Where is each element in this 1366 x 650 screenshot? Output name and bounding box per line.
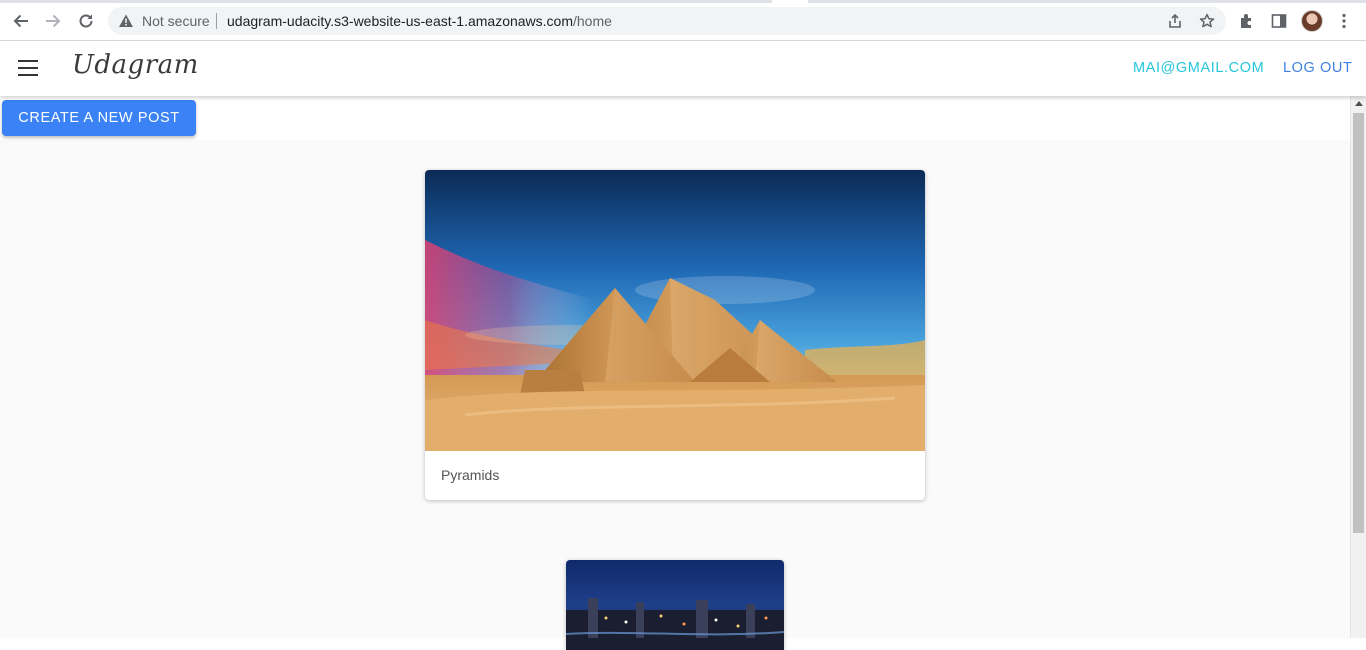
post-image-city: [566, 560, 784, 650]
browser-chrome: Not secure udagram-udacity.s3-website-us…: [0, 0, 1366, 41]
warning-icon[interactable]: [118, 13, 134, 29]
post-card: Pyramids: [425, 170, 925, 500]
side-panel-icon[interactable]: [1269, 11, 1289, 31]
url-path: /home: [573, 13, 612, 29]
url-host: udagram-udacity.s3-website-us-east-1.ama…: [227, 13, 573, 29]
bookmark-star-icon[interactable]: [1198, 12, 1216, 30]
post-image-pyramids: [425, 170, 925, 451]
omnibox-divider: [216, 13, 217, 29]
user-email-link[interactable]: MAI@GMAIL.COM: [1133, 60, 1264, 76]
page-scrollbar[interactable]: [1350, 96, 1366, 638]
url-text[interactable]: udagram-udacity.s3-website-us-east-1.ama…: [227, 13, 612, 29]
menu-icon[interactable]: [17, 58, 39, 78]
create-post-button[interactable]: CREATE A NEW POST: [2, 100, 196, 136]
feed-container: CREATE A NEW POST Pyramids: [0, 96, 1350, 650]
app-toolbar: Udagram MAI@GMAIL.COM LOG OUT: [0, 41, 1366, 96]
brand-logo[interactable]: Udagram: [72, 50, 199, 80]
more-menu-icon[interactable]: [1334, 11, 1354, 31]
security-label[interactable]: Not secure: [142, 13, 210, 29]
logout-link[interactable]: LOG OUT: [1283, 60, 1352, 76]
back-icon[interactable]: [9, 9, 33, 33]
scrollbar-thumb[interactable]: [1353, 113, 1364, 533]
reload-icon[interactable]: [74, 9, 98, 33]
post-card-next: [566, 560, 784, 650]
profile-avatar[interactable]: [1301, 10, 1323, 32]
share-icon[interactable]: [1166, 12, 1184, 30]
forward-icon[interactable]: [41, 9, 65, 33]
extensions-icon[interactable]: [1237, 11, 1257, 31]
scroll-up-icon[interactable]: [1355, 101, 1363, 106]
post-caption: Pyramids: [441, 467, 500, 483]
action-strip: CREATE A NEW POST: [0, 96, 1350, 140]
address-bar[interactable]: Not secure udagram-udacity.s3-website-us…: [108, 7, 1226, 35]
tab-strip: [0, 0, 1366, 3]
